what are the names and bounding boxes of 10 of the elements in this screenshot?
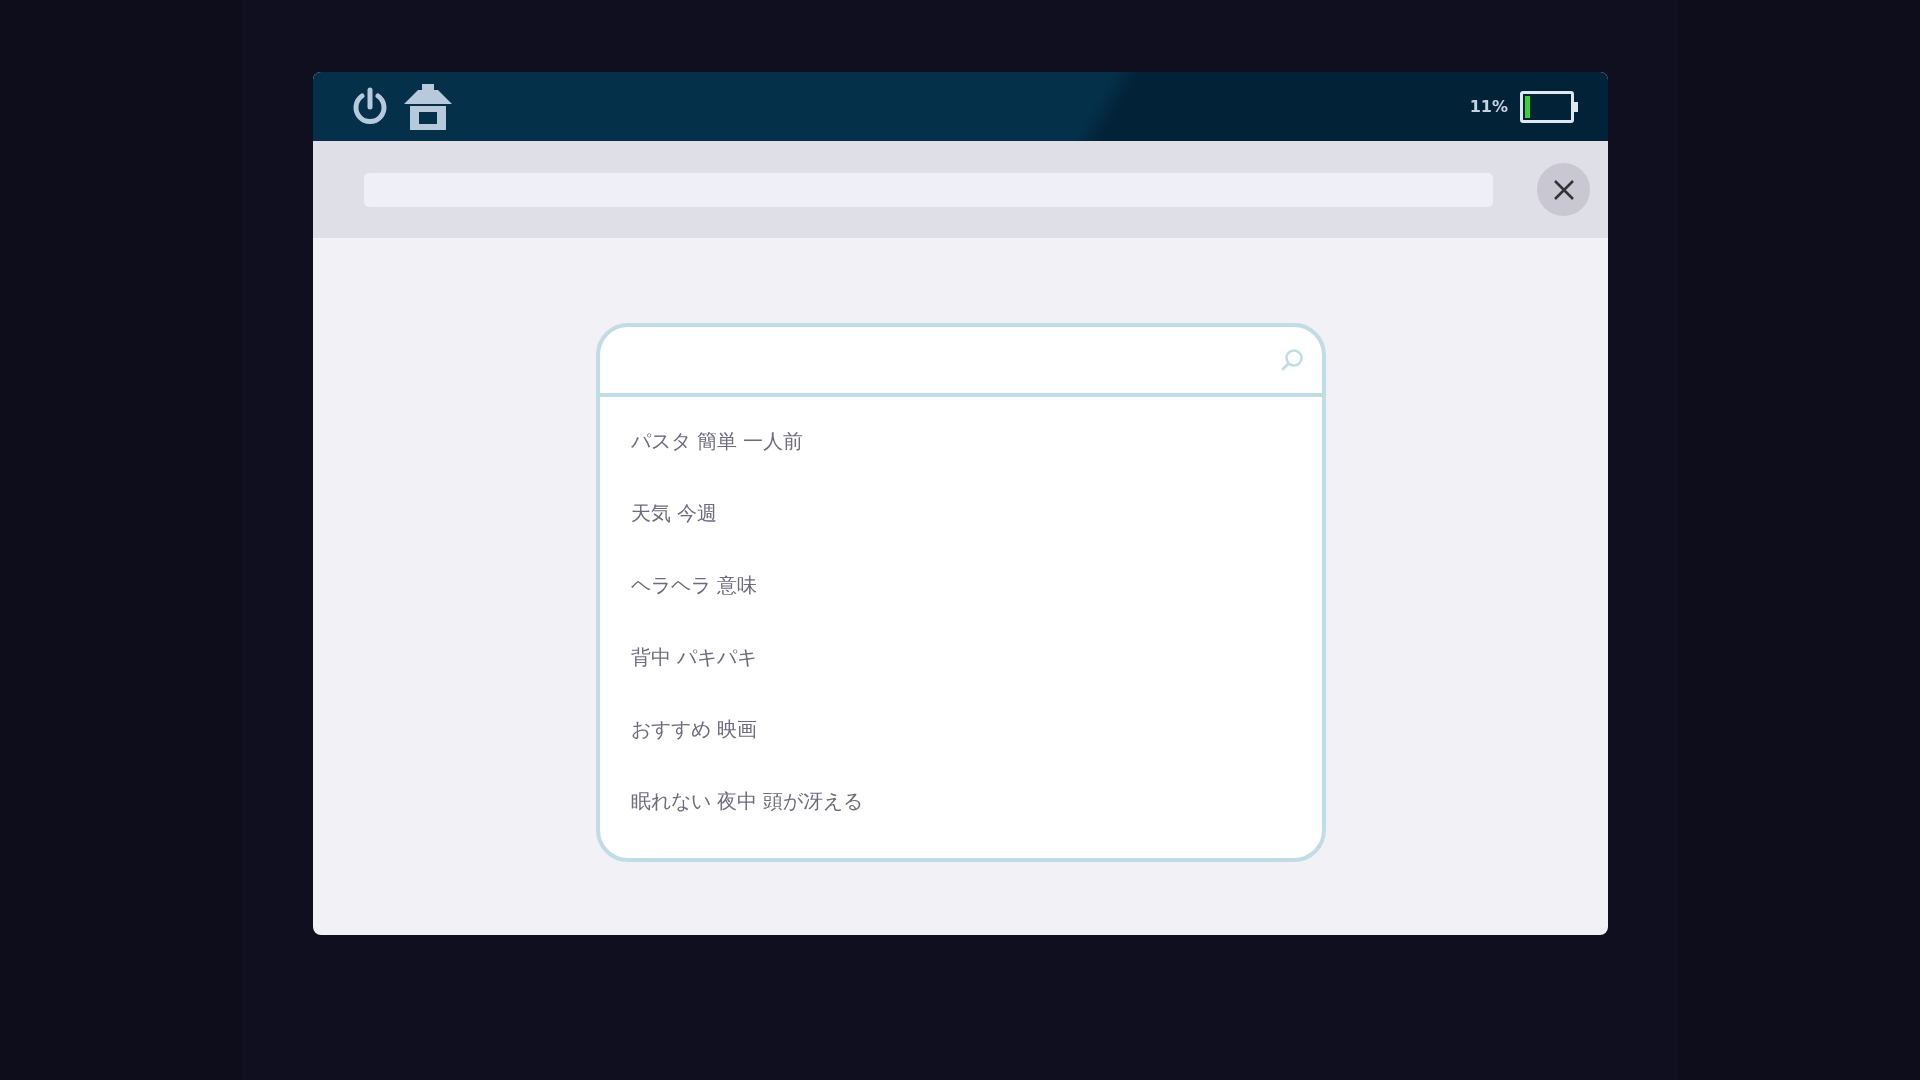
home-icon[interactable] [402, 83, 454, 130]
suggestion-item[interactable]: ヘラヘラ 意味 [630, 572, 757, 598]
suggestion-item[interactable]: 眠れない 夜中 頭が冴える [630, 788, 864, 814]
suggestion-item[interactable]: 背中 パキパキ [630, 644, 757, 670]
battery-percent: 11% [1469, 95, 1508, 118]
suggestion-item[interactable]: 天気 今週 [630, 500, 717, 526]
suggestion-item[interactable]: おすすめ 映画 [630, 716, 757, 742]
close-button[interactable] [1537, 163, 1590, 216]
close-icon [1551, 177, 1576, 202]
suggestion-item[interactable]: パスタ 簡単 一人前 [630, 428, 804, 454]
